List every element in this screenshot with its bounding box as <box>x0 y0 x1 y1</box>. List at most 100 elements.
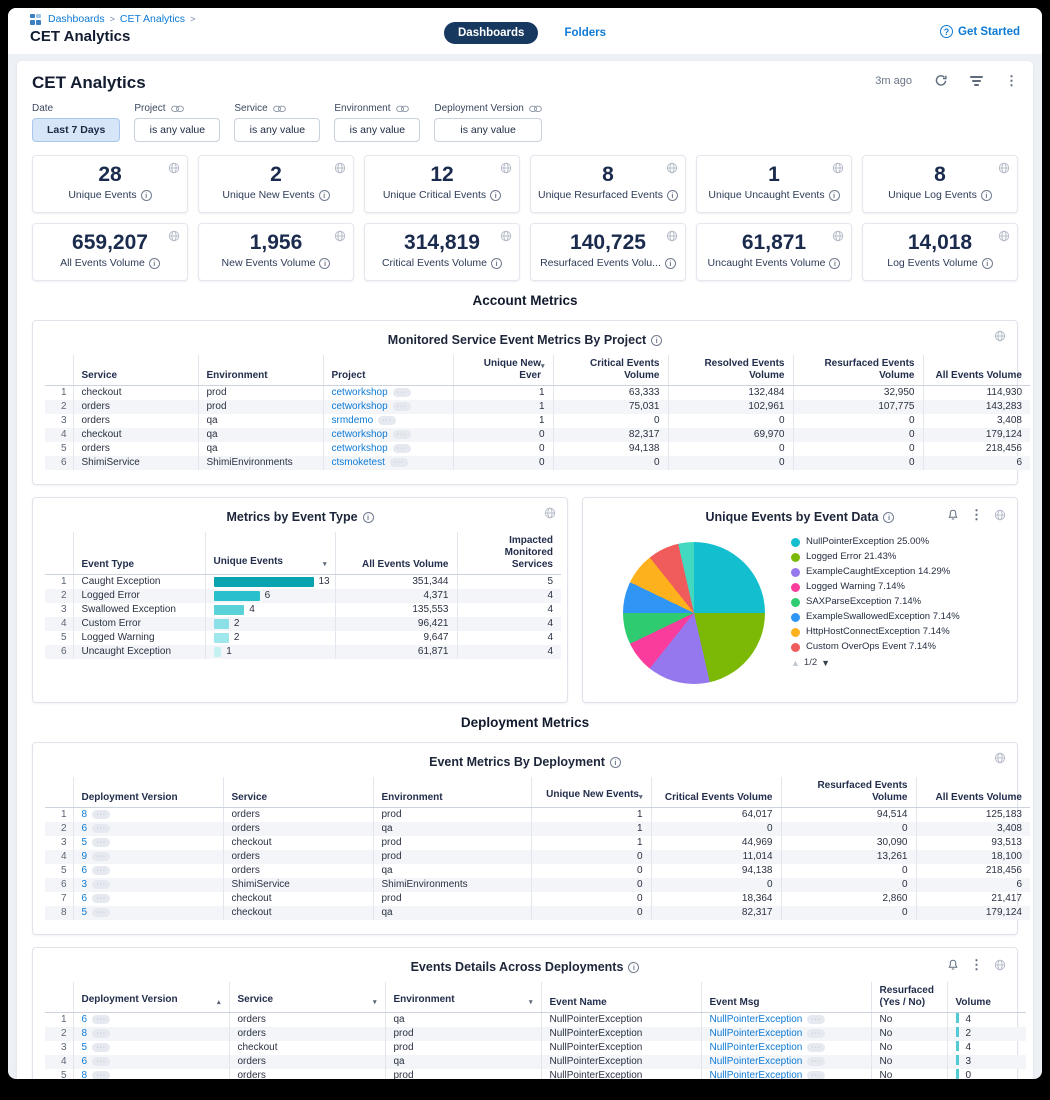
ellipsis-badge[interactable]: ··· <box>92 810 110 819</box>
sort-desc-icon[interactable]: ▾ <box>323 559 327 571</box>
unique-events-bar <box>214 633 229 643</box>
sort-asc-icon[interactable]: ▴ <box>217 997 221 1009</box>
tab-folders[interactable]: Folders <box>564 27 606 39</box>
column-header[interactable]: ▾Service <box>229 982 385 1013</box>
globe-icon[interactable] <box>998 162 1010 174</box>
legend-page-up-icon[interactable]: ▲ <box>791 657 800 670</box>
filter-value-button[interactable]: is any value <box>134 118 220 142</box>
cell-link[interactable]: 6 <box>82 893 88 904</box>
ellipsis-badge[interactable]: ··· <box>92 1015 110 1024</box>
ellipsis-badge[interactable]: ··· <box>92 852 110 861</box>
ellipsis-badge[interactable]: ··· <box>92 1071 110 1079</box>
cell-link[interactable]: srmdemo <box>332 415 374 426</box>
globe-icon[interactable] <box>168 230 180 242</box>
globe-icon[interactable] <box>334 230 346 242</box>
cell-link[interactable]: NullPointerException <box>710 1070 803 1079</box>
cell-link[interactable]: NullPointerException <box>710 1014 803 1025</box>
refresh-icon[interactable] <box>934 74 948 88</box>
filter-value-button[interactable]: is any value <box>234 118 320 142</box>
filter-value-button[interactable]: is any value <box>334 118 420 142</box>
filter-value-button[interactable]: is any value <box>434 118 542 142</box>
cell-link[interactable]: 9 <box>82 851 88 862</box>
bell-icon[interactable] <box>947 509 959 521</box>
pie-chart[interactable] <box>623 542 765 684</box>
sort-desc-icon[interactable]: ▾ <box>529 997 533 1009</box>
globe-icon[interactable] <box>994 509 1006 521</box>
cell-link[interactable]: ctsmoketest <box>332 457 385 468</box>
sort-desc-icon[interactable]: ▾ <box>639 792 643 804</box>
kebab-menu-icon[interactable]: ⋮ <box>970 957 983 973</box>
cell-link[interactable]: 8 <box>82 1070 88 1079</box>
cell-link[interactable]: cetworkshop <box>332 429 388 440</box>
dashboards-grid-icon[interactable] <box>30 14 41 25</box>
cell-link[interactable]: 6 <box>82 823 88 834</box>
cell-link[interactable]: 6 <box>82 1014 88 1025</box>
cell-link[interactable]: 5 <box>82 837 88 848</box>
ellipsis-badge[interactable]: ··· <box>92 894 110 903</box>
column-header[interactable]: ▴Deployment Version <box>73 982 229 1013</box>
ellipsis-badge[interactable]: ··· <box>378 416 396 425</box>
globe-icon[interactable] <box>334 162 346 174</box>
ellipsis-badge[interactable]: ··· <box>393 430 411 439</box>
cell-link[interactable]: cetworkshop <box>332 401 388 412</box>
tab-dashboards[interactable]: Dashboards <box>444 22 538 44</box>
ellipsis-badge[interactable]: ··· <box>92 1029 110 1038</box>
globe-icon[interactable] <box>994 752 1006 764</box>
globe-icon[interactable] <box>666 162 678 174</box>
cell-link[interactable]: 8 <box>82 809 88 820</box>
ellipsis-badge[interactable]: ··· <box>92 908 110 917</box>
ellipsis-badge[interactable]: ··· <box>393 444 411 453</box>
column-header[interactable]: ▾Environment <box>385 982 541 1013</box>
cell-link[interactable]: NullPointerException <box>710 1028 803 1039</box>
cell-link[interactable]: 8 <box>82 1028 88 1039</box>
globe-icon[interactable] <box>998 230 1010 242</box>
cell-link[interactable]: NullPointerException <box>710 1056 803 1067</box>
column-header[interactable]: ▾Unique New Events <box>531 777 651 808</box>
ellipsis-badge[interactable]: ··· <box>393 388 411 397</box>
ellipsis-badge[interactable]: ··· <box>92 880 110 889</box>
globe-icon[interactable] <box>168 162 180 174</box>
globe-icon[interactable] <box>544 507 556 519</box>
ellipsis-badge[interactable]: ··· <box>807 1057 825 1066</box>
cell-link[interactable]: 6 <box>82 865 88 876</box>
cell-link[interactable]: NullPointerException <box>710 1042 803 1053</box>
cell-text: ShimiEnvironments <box>373 878 531 892</box>
globe-icon[interactable] <box>500 162 512 174</box>
breadcrumb-cet-analytics[interactable]: CET Analytics <box>120 13 185 25</box>
ellipsis-badge[interactable]: ··· <box>92 866 110 875</box>
sort-desc-icon[interactable]: ▾ <box>541 361 545 373</box>
get-started-button[interactable]: ? Get Started <box>940 25 1020 38</box>
globe-icon[interactable] <box>832 162 844 174</box>
ellipsis-badge[interactable]: ··· <box>92 838 110 847</box>
ellipsis-badge[interactable]: ··· <box>92 824 110 833</box>
kebab-menu-icon[interactable]: ⋮ <box>1005 73 1018 89</box>
filter-icon[interactable] <box>970 76 983 86</box>
ellipsis-badge[interactable]: ··· <box>807 1015 825 1024</box>
globe-icon[interactable] <box>500 230 512 242</box>
kebab-menu-icon[interactable]: ⋮ <box>970 507 983 523</box>
cell-link[interactable]: cetworkshop <box>332 443 388 454</box>
legend-page-down-icon[interactable]: ▼ <box>821 657 830 670</box>
bell-icon[interactable] <box>947 959 959 971</box>
cell-link[interactable]: 5 <box>82 907 88 918</box>
sort-desc-icon[interactable]: ▾ <box>373 997 377 1009</box>
filter-value-button[interactable]: Last 7 Days <box>32 118 120 142</box>
ellipsis-badge[interactable]: ··· <box>807 1043 825 1052</box>
cell-link[interactable]: 6 <box>82 1056 88 1067</box>
ellipsis-badge[interactable]: ··· <box>92 1057 110 1066</box>
cell-link[interactable]: cetworkshop <box>332 387 388 398</box>
ellipsis-badge[interactable]: ··· <box>92 1043 110 1052</box>
ellipsis-badge[interactable]: ··· <box>393 402 411 411</box>
ellipsis-badge[interactable]: ··· <box>807 1029 825 1038</box>
globe-icon[interactable] <box>994 959 1006 971</box>
column-header[interactable]: ▾Unique New Ever <box>453 355 553 386</box>
ellipsis-badge[interactable]: ··· <box>390 458 408 467</box>
globe-icon[interactable] <box>994 330 1006 342</box>
cell-link[interactable]: 3 <box>82 879 88 890</box>
globe-icon[interactable] <box>666 230 678 242</box>
breadcrumb-dashboards[interactable]: Dashboards <box>48 13 105 25</box>
cell-link[interactable]: 5 <box>82 1042 88 1053</box>
column-header[interactable]: ▾Unique Events <box>205 532 335 575</box>
ellipsis-badge[interactable]: ··· <box>807 1071 825 1079</box>
globe-icon[interactable] <box>832 230 844 242</box>
